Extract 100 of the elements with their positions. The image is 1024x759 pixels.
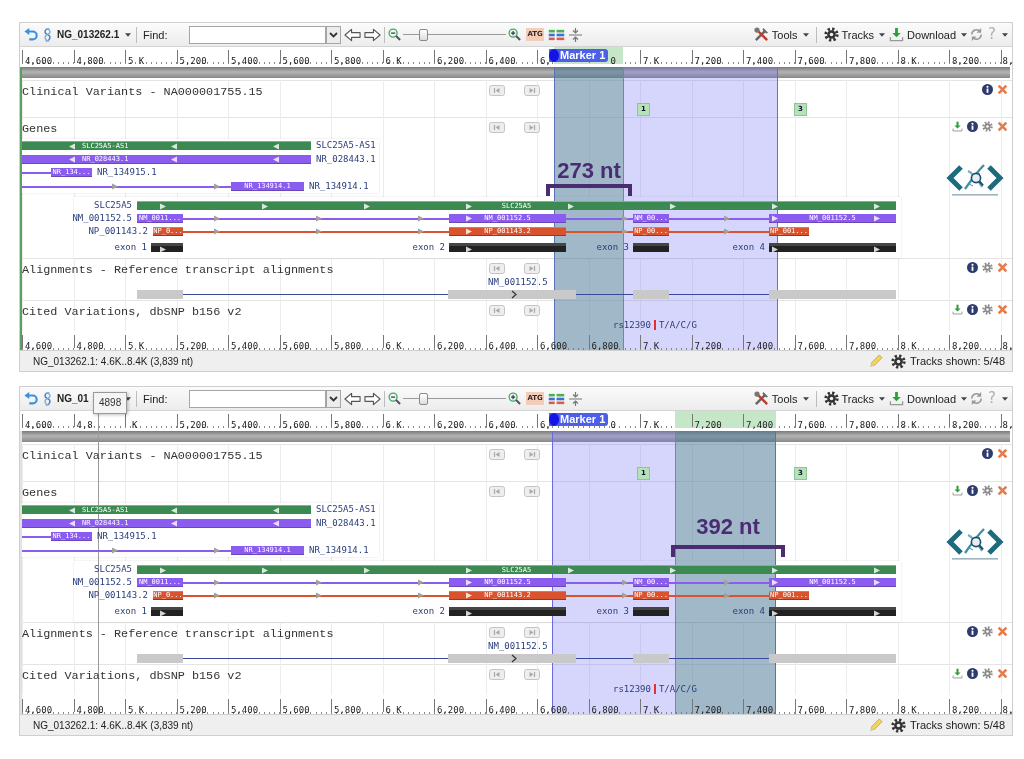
- zoom-in-icon[interactable]: [508, 392, 522, 405]
- accession-button[interactable]: NG_013262.1: [57, 29, 120, 40]
- skip-back-icon[interactable]: [489, 627, 505, 638]
- skip-forward-icon[interactable]: [524, 263, 540, 274]
- download-menu-button[interactable]: Download: [887, 27, 970, 42]
- tools-menu-button[interactable]: Tools: [751, 27, 811, 42]
- info-icon[interactable]: [967, 626, 978, 637]
- info-icon[interactable]: [967, 485, 978, 496]
- skip-back-icon[interactable]: [489, 85, 505, 96]
- collapse-icon[interactable]: [568, 27, 582, 42]
- info-icon[interactable]: [982, 84, 993, 95]
- dropdown-button[interactable]: [326, 389, 342, 408]
- skip-forward-icon[interactable]: [524, 449, 540, 460]
- ruler-label: 6,200: [436, 340, 465, 352]
- info-icon[interactable]: [967, 121, 978, 132]
- ruler-label: 6,400: [487, 55, 516, 67]
- ruler-label: 6 K: [384, 419, 402, 431]
- close-icon[interactable]: [997, 84, 1008, 95]
- gear-icon[interactable]: [982, 485, 993, 496]
- skip-back-icon[interactable]: [489, 486, 505, 497]
- gear-icon[interactable]: [982, 304, 993, 315]
- link-icon[interactable]: [42, 27, 53, 42]
- gear-icon[interactable]: [982, 121, 993, 132]
- undo-icon[interactable]: [24, 27, 38, 42]
- track-title: Alignments - Reference transcript alignments: [22, 264, 334, 277]
- arrow-right-icon[interactable]: [364, 391, 382, 406]
- find-field[interactable]: [189, 389, 327, 408]
- range-summary: NG_013262.1: 4.6K..8.4K (3,839 nt): [33, 719, 194, 731]
- marker-flag[interactable]: Marker 1: [549, 49, 609, 62]
- info-icon[interactable]: [967, 668, 978, 679]
- slider-thumb[interactable]: [418, 28, 428, 41]
- gear-icon[interactable]: [982, 668, 993, 679]
- download-icon[interactable]: [952, 304, 963, 315]
- download-icon[interactable]: [952, 668, 963, 679]
- close-icon[interactable]: [997, 304, 1008, 315]
- download-icon[interactable]: [952, 121, 963, 132]
- skip-forward-icon[interactable]: [524, 85, 540, 96]
- zoom-in-icon[interactable]: [508, 28, 522, 41]
- ruler-label: 7,200: [693, 704, 722, 716]
- download-menu-button[interactable]: Download: [887, 391, 970, 406]
- arrow-right-icon[interactable]: [364, 27, 382, 42]
- close-icon[interactable]: [997, 121, 1008, 132]
- ruler-label: 7,800: [848, 340, 877, 352]
- skip-back-icon[interactable]: [489, 449, 505, 460]
- info-icon[interactable]: [967, 262, 978, 273]
- colored-rows-icon[interactable]: [547, 392, 565, 405]
- close-icon[interactable]: [997, 485, 1008, 496]
- feature-label: SLC25A5-AS1: [316, 505, 376, 514]
- caret-icon[interactable]: [125, 396, 131, 401]
- tracks-shown-button[interactable]: Tracks shown: 5/48: [891, 353, 1005, 369]
- skip-forward-icon[interactable]: [524, 122, 540, 133]
- arrow-left-icon[interactable]: [344, 27, 362, 42]
- tools-icon: [753, 27, 769, 42]
- gear-icon[interactable]: [982, 626, 993, 637]
- skip-back-icon[interactable]: [489, 669, 505, 680]
- zoom-out-icon[interactable]: [388, 28, 402, 41]
- ruler-label: 8,: [1001, 704, 1014, 716]
- ruler-label: 5,400: [230, 340, 259, 352]
- undo-icon[interactable]: [24, 391, 38, 406]
- close-icon[interactable]: [997, 448, 1008, 459]
- skip-forward-icon[interactable]: [524, 486, 540, 497]
- ruler-label: 6 K: [384, 55, 402, 67]
- ruler-label: 4,800: [75, 704, 104, 716]
- tracks-menu-button[interactable]: Tracks: [821, 391, 888, 406]
- skip-back-icon[interactable]: [489, 263, 505, 274]
- tools-icon: [753, 391, 769, 406]
- info-icon[interactable]: [982, 448, 993, 459]
- refresh-icon[interactable]: [969, 27, 985, 42]
- zoom-out-icon[interactable]: [388, 392, 402, 405]
- track-title: Cited Variations, dbSNP b156 v2: [22, 306, 242, 319]
- accession-button[interactable]: NG_01: [57, 393, 89, 404]
- collapse-icon[interactable]: [568, 391, 582, 406]
- find-field[interactable]: [189, 25, 327, 44]
- close-icon[interactable]: [997, 626, 1008, 637]
- marker-flag[interactable]: Marker 1: [549, 413, 609, 426]
- gear-icon[interactable]: [982, 262, 993, 273]
- ruler-label: 6,400: [487, 419, 516, 431]
- dropdown-button[interactable]: [326, 25, 342, 44]
- ruler-label: 8,: [1001, 419, 1014, 431]
- refresh-icon[interactable]: [969, 391, 985, 406]
- skip-back-icon[interactable]: [489, 305, 505, 316]
- caret-icon[interactable]: [125, 32, 131, 37]
- ruler-label: 6,400: [487, 704, 516, 716]
- skip-forward-icon[interactable]: [524, 669, 540, 680]
- tracks-shown-button[interactable]: Tracks shown: 5/48: [891, 717, 1005, 733]
- slider-thumb[interactable]: [418, 392, 428, 405]
- tracks-menu-button[interactable]: Tracks: [821, 27, 888, 42]
- arrow-left-icon[interactable]: [344, 391, 362, 406]
- exon-label: exon 1: [114, 607, 147, 616]
- info-icon[interactable]: [967, 304, 978, 315]
- download-icon[interactable]: [952, 485, 963, 496]
- ruler-label: 6,400: [487, 340, 516, 352]
- skip-forward-icon[interactable]: [524, 627, 540, 638]
- colored-rows-icon[interactable]: [547, 28, 565, 41]
- close-icon[interactable]: [997, 668, 1008, 679]
- tools-menu-button[interactable]: Tools: [751, 391, 811, 406]
- link-icon[interactable]: [42, 391, 53, 406]
- skip-back-icon[interactable]: [489, 122, 505, 133]
- skip-forward-icon[interactable]: [524, 305, 540, 316]
- close-icon[interactable]: [997, 262, 1008, 273]
